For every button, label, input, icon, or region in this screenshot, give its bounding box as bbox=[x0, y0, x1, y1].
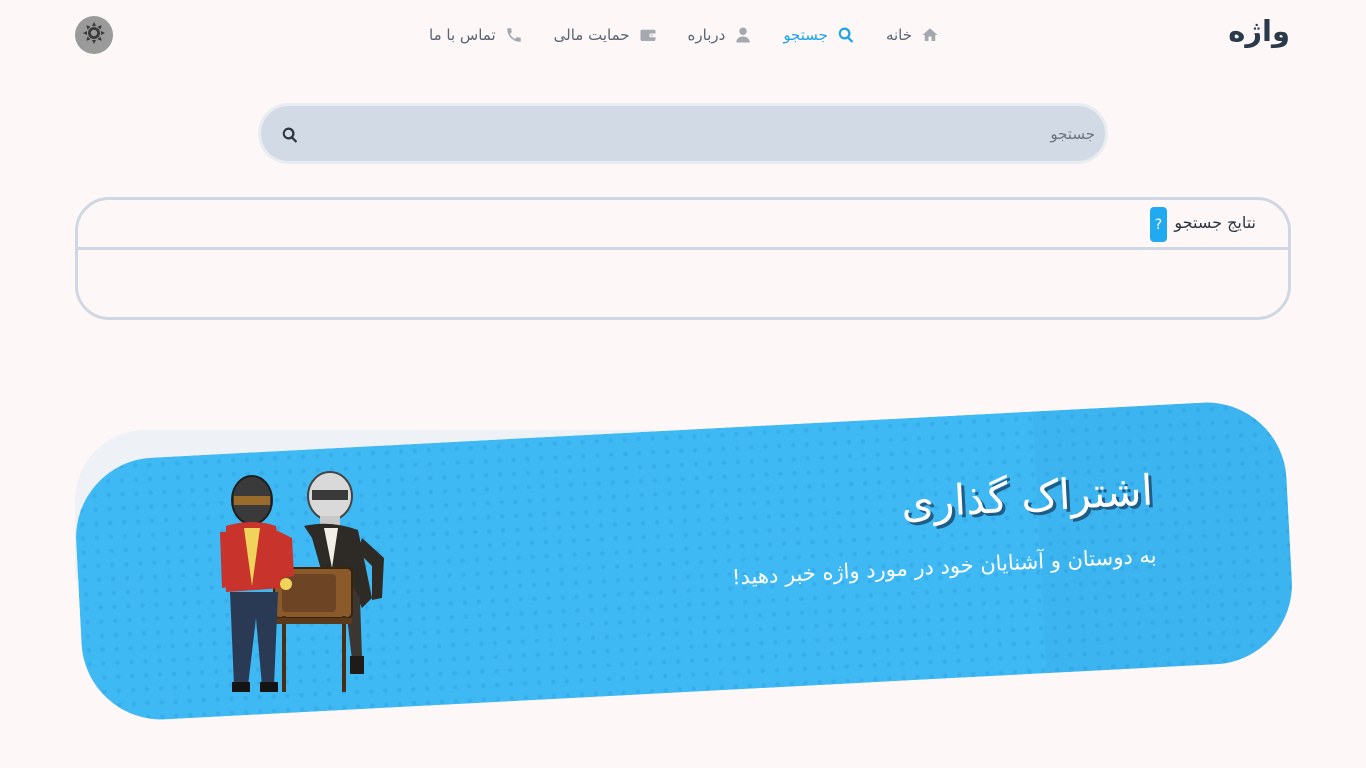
theme-toggle-button[interactable] bbox=[75, 16, 113, 54]
search-icon[interactable] bbox=[279, 124, 301, 146]
nav-item-about[interactable]: درباره bbox=[688, 25, 754, 45]
search-results-title: نتایج جستجو bbox=[1174, 213, 1256, 232]
sun-icon bbox=[82, 21, 106, 49]
home-icon bbox=[920, 25, 940, 45]
nav-item-contact[interactable]: تماس با ما bbox=[429, 25, 524, 45]
site-logo[interactable]: واژه bbox=[1228, 14, 1290, 48]
search-icon bbox=[836, 25, 856, 45]
user-icon bbox=[733, 25, 753, 45]
nav-item-label: جستجو bbox=[783, 26, 828, 44]
help-button[interactable]: ? bbox=[1150, 207, 1167, 242]
banner-panel bbox=[1032, 398, 1297, 674]
robots-tv-illustration bbox=[212, 468, 392, 696]
search-bar bbox=[258, 103, 1108, 164]
nav-item-donate[interactable]: حمایت مالی bbox=[554, 25, 658, 45]
header: واژه خانه جستجو درباره حمایت مالی تماس ب… bbox=[0, 0, 1366, 70]
nav-item-search[interactable]: جستجو bbox=[783, 25, 856, 45]
search-results-header: نتایج جستجو ? bbox=[78, 200, 1288, 250]
nav-item-label: تماس با ما bbox=[429, 26, 496, 44]
nav-item-label: حمایت مالی bbox=[553, 26, 630, 44]
search-input[interactable] bbox=[311, 106, 1095, 161]
phone-icon bbox=[504, 25, 524, 45]
search-results-card: نتایج جستجو ? bbox=[75, 197, 1291, 320]
nav-item-label: درباره bbox=[687, 26, 726, 44]
nav-item-label: خانه bbox=[885, 26, 912, 44]
wallet-icon bbox=[638, 25, 658, 45]
nav-item-home[interactable]: خانه bbox=[886, 25, 940, 45]
main-nav: خانه جستجو درباره حمایت مالی تماس با ما bbox=[420, 22, 940, 48]
